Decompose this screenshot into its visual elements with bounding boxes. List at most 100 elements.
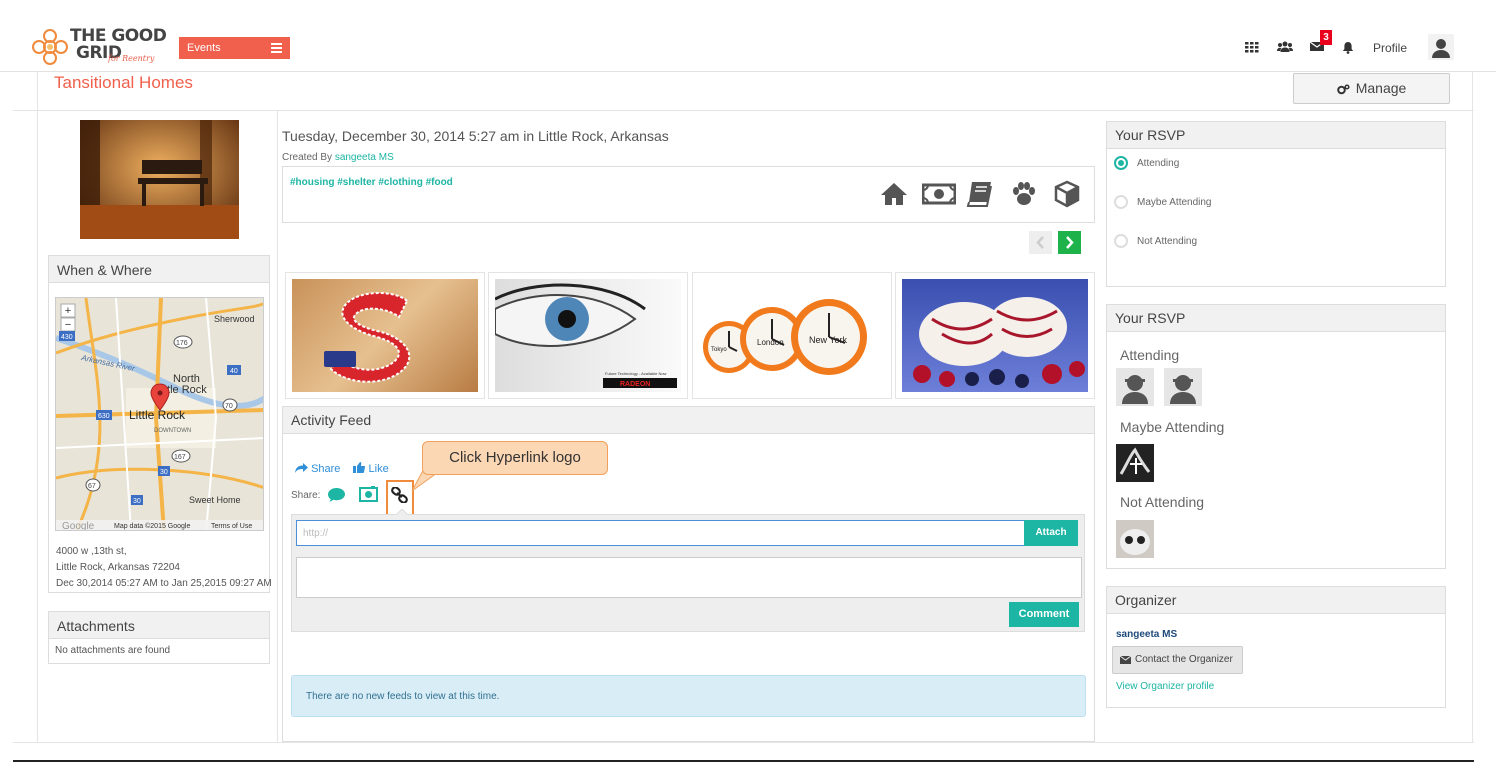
manage-button[interactable]: Manage	[1293, 73, 1450, 104]
event-date-range: Dec 30,2014 05:27 AM to Jan 25,2015 09:2…	[56, 578, 272, 589]
chevron-right-icon	[1066, 236, 1074, 249]
book-icon	[966, 180, 994, 208]
organizer-header: Organizer	[1106, 586, 1446, 614]
address-line1: 4000 w ,13th st,	[56, 546, 127, 557]
divider	[13, 742, 1474, 743]
rsvp-header: Your RSVP	[1106, 121, 1446, 149]
svg-text:Tokyo: Tokyo	[711, 347, 727, 353]
divider	[1472, 72, 1473, 742]
share-arrow-icon	[295, 463, 308, 473]
when-where-header: When & Where	[48, 255, 270, 283]
rsvp-maybe-radio[interactable]	[1114, 195, 1128, 209]
top-navbar	[0, 0, 1496, 72]
logo-tagline: for Reentry	[108, 54, 155, 63]
instruction-callout: Click Hyperlink logo	[422, 441, 608, 475]
share-comment-icon[interactable]	[327, 487, 346, 503]
svg-text:67: 67	[88, 483, 96, 490]
divider	[37, 72, 38, 742]
event-tags[interactable]: #housing #shelter #clothing #food	[290, 177, 453, 188]
footer-divider	[13, 760, 1474, 762]
flower-logo-icon	[32, 29, 68, 65]
thumbnail-ice-cream[interactable]	[895, 272, 1095, 399]
carousel-prev-button[interactable]	[1029, 231, 1052, 254]
rsvp-panel	[1106, 149, 1446, 287]
organizer-name[interactable]: sangeeta MS	[1116, 629, 1177, 640]
form-pointer	[396, 509, 408, 515]
rsvp-attending-radio[interactable]	[1114, 156, 1128, 170]
user-avatar-icon[interactable]	[1428, 34, 1454, 60]
attending-group-label: Attending	[1120, 347, 1180, 363]
attendee-avatar[interactable]	[1116, 368, 1154, 406]
hamburger-icon	[271, 43, 282, 53]
share-photo-icon[interactable]	[359, 486, 378, 502]
page-title: Tansitional Homes	[54, 73, 193, 92]
no-feeds-alert: There are no new feeds to view at this t…	[291, 675, 1086, 717]
created-by-label: Created By	[282, 152, 333, 163]
map-label-sherwood: Sherwood	[214, 314, 255, 324]
money-icon	[922, 180, 956, 208]
svg-text:630: 630	[98, 413, 110, 420]
map-label-little-rock: Little Rock	[129, 408, 186, 422]
attach-button[interactable]: Attach	[1024, 520, 1078, 546]
svg-text:−: −	[65, 319, 71, 331]
users-icon[interactable]	[1277, 41, 1293, 55]
event-address: 4000 w ,13th st, Little Rock, Arkansas 7…	[56, 544, 272, 592]
contact-organizer-label: Contact the Organizer	[1135, 654, 1233, 665]
attendee-avatar[interactable]	[1164, 368, 1202, 406]
location-map[interactable]: + − Sherwood Arkansas River North ttle R…	[55, 297, 264, 531]
rsvp-not-label[interactable]: Not Attending	[1137, 236, 1197, 247]
carousel-next-button[interactable]	[1058, 231, 1081, 254]
map-label-downtown: DOWNTOWN	[154, 428, 191, 434]
thumbnail-eye[interactable]: Future Technology - Available Now RADEON	[488, 272, 688, 399]
manage-label: Manage	[1355, 80, 1407, 96]
share-label: Share	[311, 463, 341, 475]
grid-icon[interactable]	[1245, 41, 1261, 55]
bell-icon[interactable]	[1342, 41, 1358, 55]
url-input[interactable]	[296, 520, 1025, 546]
profile-link[interactable]: Profile	[1373, 41, 1407, 55]
svg-text:Future Technology - Available: Future Technology - Available Now	[605, 371, 667, 376]
maybe-attendee-avatar[interactable]	[1116, 444, 1154, 482]
share-button[interactable]: Share	[295, 463, 343, 475]
maybe-group-label: Maybe Attending	[1120, 419, 1225, 435]
rsvp-attending-label[interactable]: Attending	[1137, 158, 1179, 169]
box-icon	[1053, 180, 1081, 208]
svg-text:70: 70	[225, 403, 233, 410]
not-attending-group-label: Not Attending	[1120, 494, 1205, 510]
svg-text:167: 167	[174, 454, 186, 461]
svg-text:New York: New York	[809, 335, 848, 345]
view-organizer-profile-link[interactable]: View Organizer profile	[1116, 681, 1214, 692]
svg-text:30: 30	[133, 498, 141, 505]
creator-link[interactable]: sangeeta MS	[335, 152, 394, 163]
rsvp-not-radio[interactable]	[1114, 234, 1128, 248]
comment-textarea[interactable]	[296, 557, 1082, 598]
svg-text:London: London	[757, 338, 784, 347]
events-menu-button[interactable]: Events	[179, 37, 290, 59]
like-button[interactable]: Like	[353, 462, 389, 475]
attachments-empty: No attachments are found	[48, 639, 270, 664]
svg-text:RADEON: RADEON	[620, 381, 650, 388]
home-icon	[880, 180, 908, 208]
svg-text:176: 176	[176, 340, 188, 347]
svg-text:430: 430	[61, 334, 73, 341]
created-by: Created By sangeeta MS	[282, 152, 394, 163]
not-attending-avatar[interactable]	[1116, 520, 1154, 558]
chevron-left-icon	[1036, 236, 1044, 249]
event-cover-image	[80, 120, 239, 239]
attendees-panel	[1106, 332, 1446, 569]
paw-icon	[1010, 180, 1038, 208]
comment-button[interactable]: Comment	[1009, 602, 1079, 627]
map-label-north2: ttle Rock	[164, 384, 207, 396]
svg-text:Terms of Use: Terms of Use	[211, 523, 252, 530]
like-label: Like	[368, 463, 389, 475]
contact-organizer-button[interactable]: Contact the Organizer	[1112, 646, 1243, 674]
thumbnail-felt-s[interactable]	[285, 272, 485, 399]
share-options-label: Share:	[291, 490, 321, 501]
map-label-sweet-home: Sweet Home	[189, 495, 241, 505]
thumbs-up-icon	[353, 462, 366, 473]
share-like-row: Share Like	[295, 462, 389, 475]
rsvp-maybe-label[interactable]: Maybe Attending	[1137, 197, 1212, 208]
svg-text:Google: Google	[62, 521, 95, 531]
thumbnail-clocks[interactable]: Tokyo London New York	[692, 272, 892, 399]
svg-text:Map data ©2015 Google: Map data ©2015 Google	[114, 522, 190, 530]
